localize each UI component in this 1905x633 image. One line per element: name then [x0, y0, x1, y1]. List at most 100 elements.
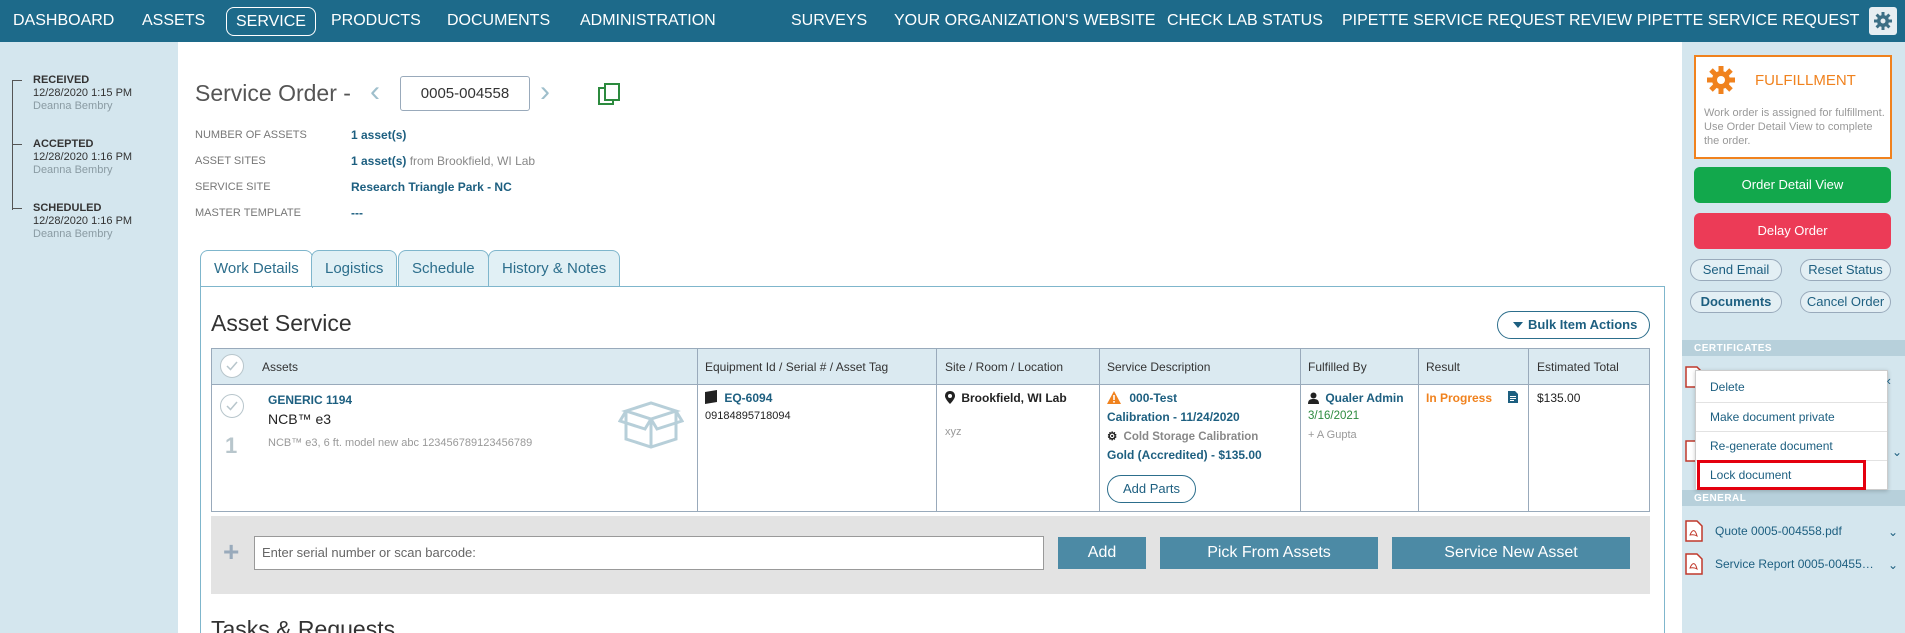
cog-icon: ⚙ — [1107, 431, 1118, 443]
order-detail-view-button[interactable]: Order Detail View — [1694, 167, 1891, 203]
room-location: xyz — [945, 426, 962, 438]
timeline-status: RECEIVED — [33, 74, 90, 86]
pdf-icon — [1685, 553, 1703, 575]
meta-label: NUMBER OF ASSETS — [195, 129, 307, 141]
nav-documents[interactable]: DOCUMENTS — [447, 0, 550, 42]
number-of-assets-value[interactable]: 1 asset(s) — [351, 128, 406, 142]
nav-administration[interactable]: ADMINISTRATION — [580, 0, 716, 42]
asset-service-table: Assets Equipment Id / Serial # / Asset T… — [211, 348, 1650, 512]
add-parts-button[interactable]: Add Parts — [1107, 475, 1196, 503]
col-service: Service Description — [1107, 360, 1211, 374]
bulk-item-actions-button[interactable]: Bulk Item Actions — [1497, 311, 1650, 339]
timeline-user: Deanna Bembry — [33, 100, 113, 112]
menu-item-make-private[interactable]: Make document private — [1696, 402, 1887, 431]
nav-pipette-service-request[interactable]: PIPETTE SERVICE REQUEST — [1342, 0, 1565, 42]
nav-org-website[interactable]: YOUR ORGANIZATION'S WEBSITE — [894, 0, 1155, 42]
tasks-requests-title: Tasks & Requests — [211, 616, 396, 633]
next-order-button[interactable]: › — [540, 75, 550, 109]
user-icon — [1308, 392, 1319, 404]
timeline-date: 12/28/2020 1:16 PM — [33, 151, 133, 163]
service-code-link[interactable]: 000-Test — [1129, 391, 1177, 405]
pick-from-assets-button[interactable]: Pick From Assets — [1160, 537, 1378, 569]
certificates-header: CERTIFICATES — [1694, 343, 1773, 354]
row-index: 1 — [225, 433, 238, 458]
col-total: Estimated Total — [1537, 360, 1619, 374]
chevron-down-icon[interactable]: ⌄ — [1888, 525, 1898, 539]
document-name[interactable]: Service Report 0005-004558.pdf — [1715, 557, 1875, 571]
chevron-left-icon[interactable]: ‹ — [1887, 373, 1891, 388]
fulfillment-description: Work order is assigned for fulfillment. … — [1704, 107, 1885, 147]
col-equipment: Equipment Id / Serial # / Asset Tag — [705, 360, 889, 374]
nav-review-pipette-request[interactable]: REVIEW PIPETTE SERVICE REQUEST — [1569, 0, 1859, 42]
asset-description: NCB™ e3, 6 ft. model new abc 12345678912… — [268, 437, 533, 449]
send-email-button[interactable]: Send Email — [1690, 259, 1782, 281]
reset-status-button[interactable]: Reset Status — [1800, 259, 1891, 281]
check-icon — [226, 361, 238, 371]
document-row-quote[interactable]: Quote 0005-004558.pdf ⌄ — [1685, 520, 1900, 542]
settings-button[interactable] — [1869, 7, 1897, 35]
meta-label: ASSET SITES — [195, 155, 266, 167]
timeline-step-scheduled: SCHEDULED 12/28/2020 1:16 PM Deanna Bemb… — [12, 202, 172, 240]
tab-history-notes[interactable]: History & Notes — [488, 250, 621, 287]
fulfillment-title: FULFILLMENT — [1755, 72, 1856, 89]
copy-icon[interactable] — [596, 82, 622, 111]
tab-logistics[interactable]: Logistics — [311, 250, 398, 287]
nav-surveys[interactable]: SURVEYS — [791, 0, 867, 42]
nav-products[interactable]: PRODUCTS — [331, 0, 421, 42]
nav-service[interactable]: SERVICE — [226, 7, 316, 36]
timeline-step-accepted: ACCEPTED 12/28/2020 1:16 PM Deanna Bembr… — [12, 138, 172, 176]
col-assets: Assets — [262, 360, 299, 374]
document-icon[interactable] — [1508, 391, 1518, 406]
col-result: Result — [1426, 360, 1461, 374]
timeline-step-received: RECEIVED 12/28/2020 1:15 PM Deanna Bembr… — [12, 74, 172, 112]
map-pin-icon — [945, 391, 955, 404]
gear-icon — [1874, 12, 1892, 30]
general-header: GENERAL — [1694, 493, 1747, 504]
asset-sites-count[interactable]: 1 asset(s) — [351, 154, 406, 168]
document-name[interactable]: Quote 0005-004558.pdf — [1715, 524, 1885, 538]
top-navigation: DASHBOARD ASSETS SERVICE PRODUCTS DOCUME… — [0, 0, 1905, 42]
service-site-value[interactable]: Research Triangle Park - NC — [351, 180, 512, 194]
tab-work-details[interactable]: Work Details — [200, 250, 313, 288]
order-number-field[interactable]: 0005-004558 — [400, 76, 530, 111]
page-title: Service Order - — [195, 80, 351, 106]
menu-item-delete[interactable]: Delete — [1696, 373, 1887, 402]
timeline-date: 12/28/2020 1:16 PM — [33, 215, 133, 227]
fulfilled-by-user[interactable]: Qualer Admin — [1325, 391, 1403, 405]
service-calibration[interactable]: Calibration - 11/24/2020 — [1107, 410, 1240, 424]
equipment-id-link[interactable]: EQ-6094 — [724, 391, 772, 405]
select-all-checkbox[interactable] — [220, 354, 244, 378]
service-type: Cold Storage Calibration — [1123, 431, 1259, 443]
service-price[interactable]: Gold (Accredited) - $135.00 — [1107, 448, 1262, 462]
delay-order-button[interactable]: Delay Order — [1694, 213, 1891, 249]
col-site: Site / Room / Location — [945, 360, 1064, 374]
nav-assets[interactable]: ASSETS — [142, 0, 205, 42]
add-button[interactable]: Add — [1058, 537, 1146, 569]
asset-link[interactable]: GENERIC 1194 — [268, 393, 352, 407]
site-cell: Brookfield, WI Lab — [945, 391, 1067, 405]
timeline-date: 12/28/2020 1:15 PM — [33, 87, 133, 99]
document-row-service-report[interactable]: Service Report 0005-004558.pdf ⌄ — [1685, 553, 1900, 575]
tab-schedule[interactable]: Schedule — [398, 250, 489, 287]
fulfilled-date: 3/16/2021 — [1308, 410, 1360, 422]
nav-check-lab-status[interactable]: CHECK LAB STATUS — [1167, 0, 1323, 42]
serial-search-input[interactable]: Enter serial number or scan barcode: — [254, 536, 1044, 570]
menu-item-regenerate[interactable]: Re-generate document — [1696, 431, 1887, 460]
pdf-icon — [1685, 520, 1703, 542]
nav-dashboard[interactable]: DASHBOARD — [13, 0, 114, 42]
asset-sites-value[interactable]: 1 asset(s) from Brookfield, WI Lab — [351, 154, 535, 168]
meta-label: SERVICE SITE — [195, 181, 271, 193]
chevron-down-icon[interactable]: ⌄ — [1892, 445, 1902, 459]
row-checkbox[interactable] — [220, 394, 244, 418]
prev-order-button[interactable]: ‹ — [370, 75, 380, 109]
service-type-row: ⚙ Cold Storage Calibration — [1107, 429, 1258, 443]
fulfillment-status-card: FULFILLMENT Work order is assigned for f… — [1694, 55, 1892, 159]
gear-icon — [1706, 65, 1736, 98]
service-new-asset-button[interactable]: Service New Asset — [1392, 537, 1630, 569]
timeline-user: Deanna Bembry — [33, 228, 113, 240]
master-template-value[interactable]: --- — [351, 206, 363, 220]
documents-button[interactable]: Documents — [1690, 291, 1782, 313]
chevron-down-icon[interactable]: ⌄ — [1888, 558, 1898, 572]
cancel-order-button[interactable]: Cancel Order — [1800, 291, 1891, 313]
serial-number: 09184895718094 — [705, 410, 791, 422]
